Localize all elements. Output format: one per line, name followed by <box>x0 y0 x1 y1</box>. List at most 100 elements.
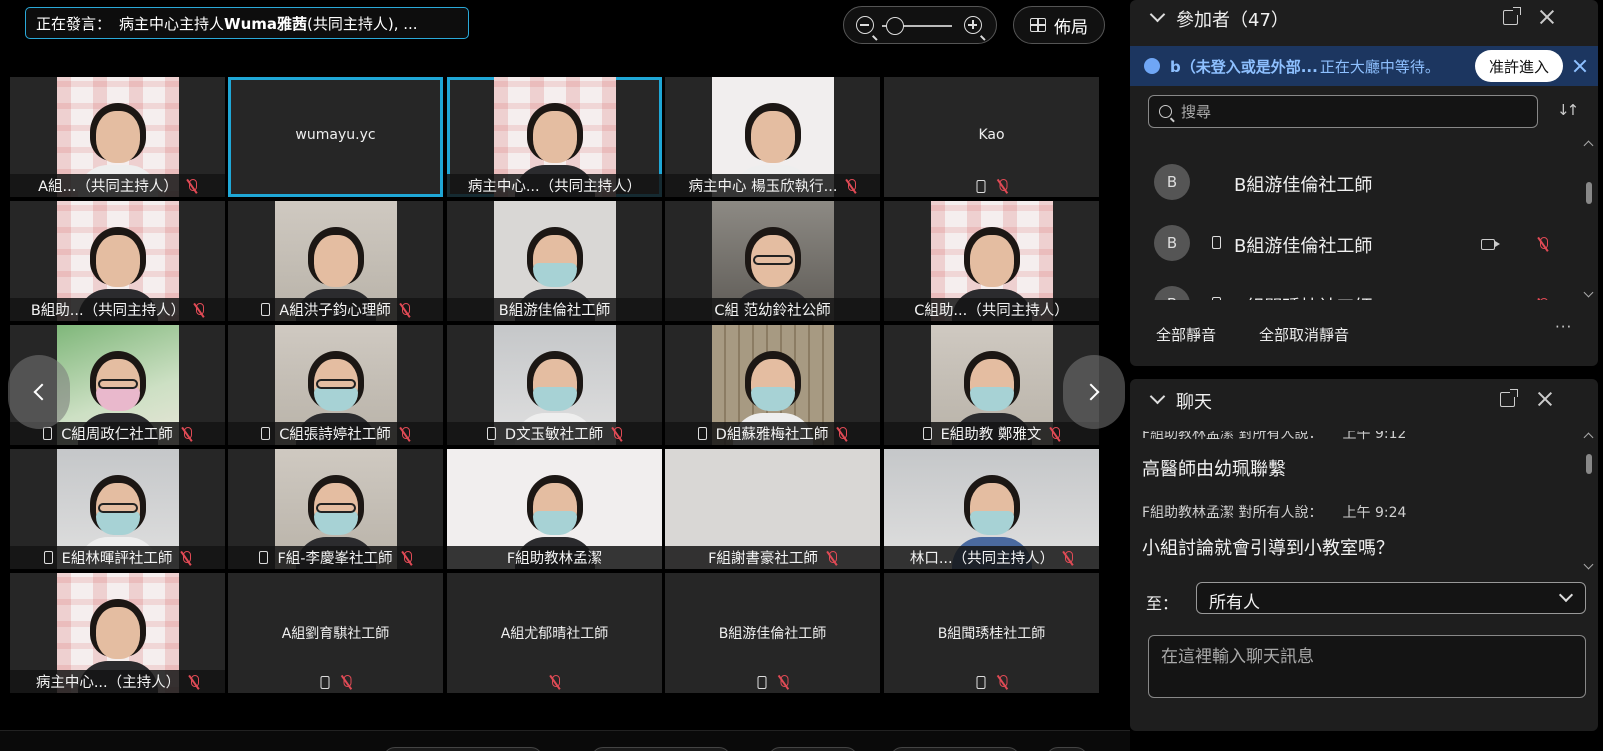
close-icon[interactable] <box>1572 58 1588 74</box>
sort-icon[interactable] <box>1557 100 1577 122</box>
mic-off-icon[interactable] <box>1538 298 1548 300</box>
chat-message-meta: F組助教林孟潔 對所有人說： 上午 9:24 <box>1142 505 1407 521</box>
video-tile[interactable]: 病主中心 楊玉欣執行... <box>665 77 880 197</box>
scroll-thumb[interactable] <box>1586 182 1592 204</box>
video-tile[interactable]: wumayu.yc <box>228 77 443 197</box>
scroll-up-icon[interactable] <box>1583 432 1594 443</box>
more-options-button[interactable]: ··· <box>1555 318 1572 336</box>
mic-off-icon <box>400 426 410 441</box>
participant-name-label: B組游佳倫社工師 <box>447 298 662 321</box>
participant-name: B組游佳倫社工師 <box>718 626 827 642</box>
phone-icon <box>1212 236 1221 249</box>
scroll-up-icon[interactable] <box>1583 140 1594 151</box>
recipient-value: 所有人 <box>1209 593 1260 613</box>
search-input[interactable] <box>1181 99 1531 124</box>
video-tile[interactable]: C組張詩婷社工師 <box>228 325 443 445</box>
participant-name: Kao <box>978 127 1005 143</box>
video-camera-icon[interactable] <box>1481 239 1500 250</box>
admit-button[interactable]: 准許進入 <box>1475 50 1563 82</box>
collapse-chevron-icon[interactable] <box>1149 388 1166 405</box>
video-tile[interactable]: A組洪子鈞心理師 <box>228 201 443 321</box>
chat-panel: 聊天 F組助教林孟潔 對所有人說： 上午 9:12 高醫師由幼珮聯繫 F組助教林孟… <box>1130 379 1598 731</box>
video-tile[interactable]: D文玉敏社工師 <box>447 325 662 445</box>
active-speaker-bar[interactable]: 正在發言： 病主中心主持人 Wuma雅茜 (共同主持人), ... <box>25 7 469 39</box>
unmute-all-button[interactable]: 全部取消靜音 <box>1259 324 1349 345</box>
close-icon[interactable] <box>1538 8 1556 26</box>
video-tile[interactable]: C組 范幼鈴社公師 <box>665 201 880 321</box>
participant-name: B組游佳倫社工師 <box>1234 236 1373 257</box>
participant-name-label: F組助教林孟潔 <box>447 546 662 569</box>
tile-status-icons <box>550 675 560 689</box>
video-tile[interactable]: C組助...（共同主持人） <box>884 201 1099 321</box>
video-tile[interactable]: E組林暉評社工師 <box>10 449 225 569</box>
scroll-down-icon[interactable] <box>1583 287 1594 298</box>
participant-name-label: C組 范幼鈴社公師 <box>665 298 880 321</box>
participant-name: B組游佳倫社工師 <box>1234 175 1373 196</box>
video-tile[interactable]: A組尤郁晴社工師 <box>447 573 662 693</box>
participant-name-label: D文玉敏社工師 <box>447 422 662 445</box>
mic-off-icon <box>827 550 837 565</box>
participant-name: B組聞琇桂社工師 <box>937 626 1046 642</box>
chevron-down-icon <box>1558 587 1574 603</box>
phone-icon <box>43 551 53 564</box>
chevron-left-icon <box>33 383 51 401</box>
video-tile[interactable]: B組游佳倫社工師 <box>665 573 880 693</box>
video-tile[interactable]: A組劉育騏社工師 <box>228 573 443 693</box>
mic-off-icon <box>997 675 1007 689</box>
popout-icon[interactable] <box>1503 7 1521 25</box>
popout-icon[interactable] <box>1500 389 1518 407</box>
grid-layout-icon <box>1030 18 1046 32</box>
participant-name-label: E組林暉評社工師 <box>10 546 225 569</box>
mic-off-icon <box>341 675 351 689</box>
layout-button[interactable]: 佈局 <box>1013 6 1105 44</box>
participants-title: 參加者（47） <box>1176 10 1289 31</box>
participant-search[interactable] <box>1148 95 1538 128</box>
phone-icon <box>922 427 932 440</box>
recipient-select[interactable]: 所有人 <box>1196 582 1586 614</box>
video-tile[interactable]: Kao <box>884 77 1099 197</box>
participant-name: 病主中心...（共同主持人） <box>467 179 642 195</box>
toolbar-button[interactable] <box>591 747 731 751</box>
scroll-down-icon[interactable] <box>1583 559 1594 570</box>
toolbar-button[interactable] <box>768 747 858 751</box>
participant-list: B B組游佳倫社工師 B B組游佳倫社工師 B B組聞琇桂社工師 <box>1130 150 1570 300</box>
video-tile[interactable]: B組聞琇桂社工師 <box>884 573 1099 693</box>
zoom-out-icon[interactable] <box>856 16 878 40</box>
toolbar-button[interactable] <box>1046 747 1088 751</box>
chat-message-text: 小組討論就會引導到小教室嗎？ <box>1142 538 1394 559</box>
chat-message-input[interactable] <box>1148 635 1586 698</box>
avatar: B <box>1154 286 1190 300</box>
close-icon[interactable] <box>1536 390 1554 408</box>
toolbar-button[interactable] <box>383 747 543 751</box>
mic-off-icon <box>402 550 412 565</box>
mic-off-icon[interactable] <box>1538 237 1548 251</box>
participants-panel: 參加者（47） b（未登入或是外部... 正在大廳中等待。 准許進入 B B組游佳… <box>1130 0 1598 366</box>
phone-icon <box>1212 297 1221 300</box>
participant-row[interactable]: B B組游佳倫社工師 <box>1130 152 1570 212</box>
participant-row[interactable]: B B組游佳倫社工師 <box>1130 213 1570 273</box>
chat-scrollbar[interactable] <box>1583 432 1594 572</box>
toolbar-button[interactable] <box>890 747 1020 751</box>
video-tile[interactable]: F組謝書豪社工師 <box>665 449 880 569</box>
video-tile[interactable]: F組助教林孟潔 <box>447 449 662 569</box>
video-tile[interactable]: B組游佳倫社工師 <box>447 201 662 321</box>
prev-page-button[interactable] <box>8 355 70 429</box>
next-page-button[interactable] <box>1063 355 1125 429</box>
mic-off-icon <box>612 426 623 441</box>
video-tile[interactable]: B組助...（共同主持人） <box>10 201 225 321</box>
video-tile[interactable]: 林口...（共同主持人） <box>884 449 1099 569</box>
participant-scrollbar[interactable] <box>1583 140 1594 300</box>
search-icon <box>1159 105 1172 118</box>
video-tile[interactable]: D組蘇雅梅社工師 <box>665 325 880 445</box>
video-tile[interactable]: 病主中心...（主持人） <box>10 573 225 693</box>
participant-name-label: A組...（共同主持人） <box>10 174 225 197</box>
zoom-in-icon[interactable] <box>964 16 986 40</box>
video-tile[interactable]: F組-李慶峯社工師 <box>228 449 443 569</box>
collapse-chevron-icon[interactable] <box>1149 6 1166 23</box>
scroll-thumb[interactable] <box>1586 454 1592 474</box>
zoom-slider-handle[interactable] <box>886 17 904 35</box>
video-tile[interactable]: 病主中心...（共同主持人） <box>447 77 662 197</box>
video-tile[interactable]: A組...（共同主持人） <box>10 77 225 197</box>
participant-row[interactable]: B B組聞琇桂社工師 <box>1130 274 1570 300</box>
mute-all-button[interactable]: 全部靜音 <box>1156 324 1216 345</box>
